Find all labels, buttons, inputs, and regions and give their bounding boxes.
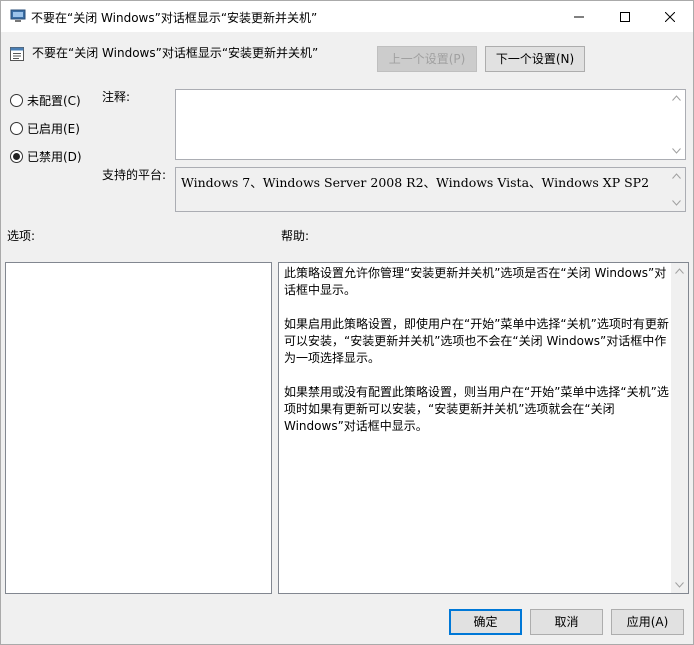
close-button[interactable] <box>647 1 693 32</box>
apply-button[interactable]: 应用(A) <box>611 609 684 635</box>
title-bar: 不要在“关闭 Windows”对话框显示“安装更新并关机” <box>1 1 693 32</box>
scroll-up-icon <box>675 268 684 274</box>
help-panel: 此策略设置允许你管理“安装更新并关机”选项是否在“关闭 Windows”对话框中… <box>278 262 689 594</box>
comment-scrollbar[interactable] <box>668 90 685 159</box>
help-paragraph: 如果禁用或没有配置此策略设置，则当用户在“开始”菜单中选择“关机”选项时如果有更… <box>284 385 669 433</box>
previous-setting-button[interactable]: 上一个设置(P) <box>377 46 477 72</box>
comment-textarea[interactable] <box>175 89 686 160</box>
window-title: 不要在“关闭 Windows”对话框显示“安装更新并关机” <box>31 11 318 25</box>
policy-title: 不要在“关闭 Windows”对话框显示“安装更新并关机” <box>32 46 319 60</box>
policy-editor-icon <box>10 9 26 23</box>
scroll-up-icon <box>672 95 681 101</box>
platform-scrollbar[interactable] <box>668 168 685 211</box>
ok-button[interactable]: 确定 <box>449 609 522 635</box>
cancel-button[interactable]: 取消 <box>530 609 603 635</box>
platform-field: Windows 7、Windows Server 2008 R2、Windows… <box>175 167 686 212</box>
maximize-button[interactable] <box>602 1 648 32</box>
scroll-down-icon <box>672 200 681 206</box>
help-paragraph: 如果启用此策略设置，即使用户在“开始”菜单中选择“关机”选项时有更新可以安装，“… <box>284 317 669 365</box>
policy-dialog: 不要在“关闭 Windows”对话框显示“安装更新并关机” 不要在“关闭 Win… <box>0 0 694 645</box>
policy-setting-icon <box>9 46 25 62</box>
radio-button-icon <box>10 93 23 107</box>
maximize-icon <box>620 11 630 22</box>
help-text: 此策略设置允许你管理“安装更新并关机”选项是否在“关闭 Windows”对话框中… <box>284 265 672 452</box>
options-panel <box>5 262 272 594</box>
help-paragraph: 此策略设置允许你管理“安装更新并关机”选项是否在“关闭 Windows”对话框中… <box>284 266 667 297</box>
options-label: 选项: <box>7 229 36 243</box>
radio-selected-icon <box>10 149 23 163</box>
radio-enabled[interactable]: 已启用(E) <box>10 120 80 136</box>
scroll-up-icon <box>672 173 681 179</box>
scroll-down-icon <box>672 148 681 154</box>
next-setting-button[interactable]: 下一个设置(N) <box>485 46 585 72</box>
radio-not-configured[interactable]: 未配置(C) <box>10 92 81 108</box>
scroll-down-icon <box>675 582 684 588</box>
radio-label: 未配置(C) <box>27 93 81 108</box>
radio-button-icon <box>10 121 23 135</box>
platform-label: 支持的平台: <box>102 168 167 182</box>
comment-label: 注释: <box>102 90 131 104</box>
minimize-button[interactable] <box>556 1 602 32</box>
help-label: 帮助: <box>281 229 310 243</box>
platform-value: Windows 7、Windows Server 2008 R2、Windows… <box>181 175 650 190</box>
radio-label: 已启用(E) <box>27 121 80 136</box>
radio-label: 已禁用(D) <box>27 149 82 164</box>
close-icon <box>665 11 675 22</box>
radio-disabled[interactable]: 已禁用(D) <box>10 148 82 164</box>
minimize-icon <box>574 16 584 17</box>
help-scrollbar[interactable] <box>671 263 688 593</box>
